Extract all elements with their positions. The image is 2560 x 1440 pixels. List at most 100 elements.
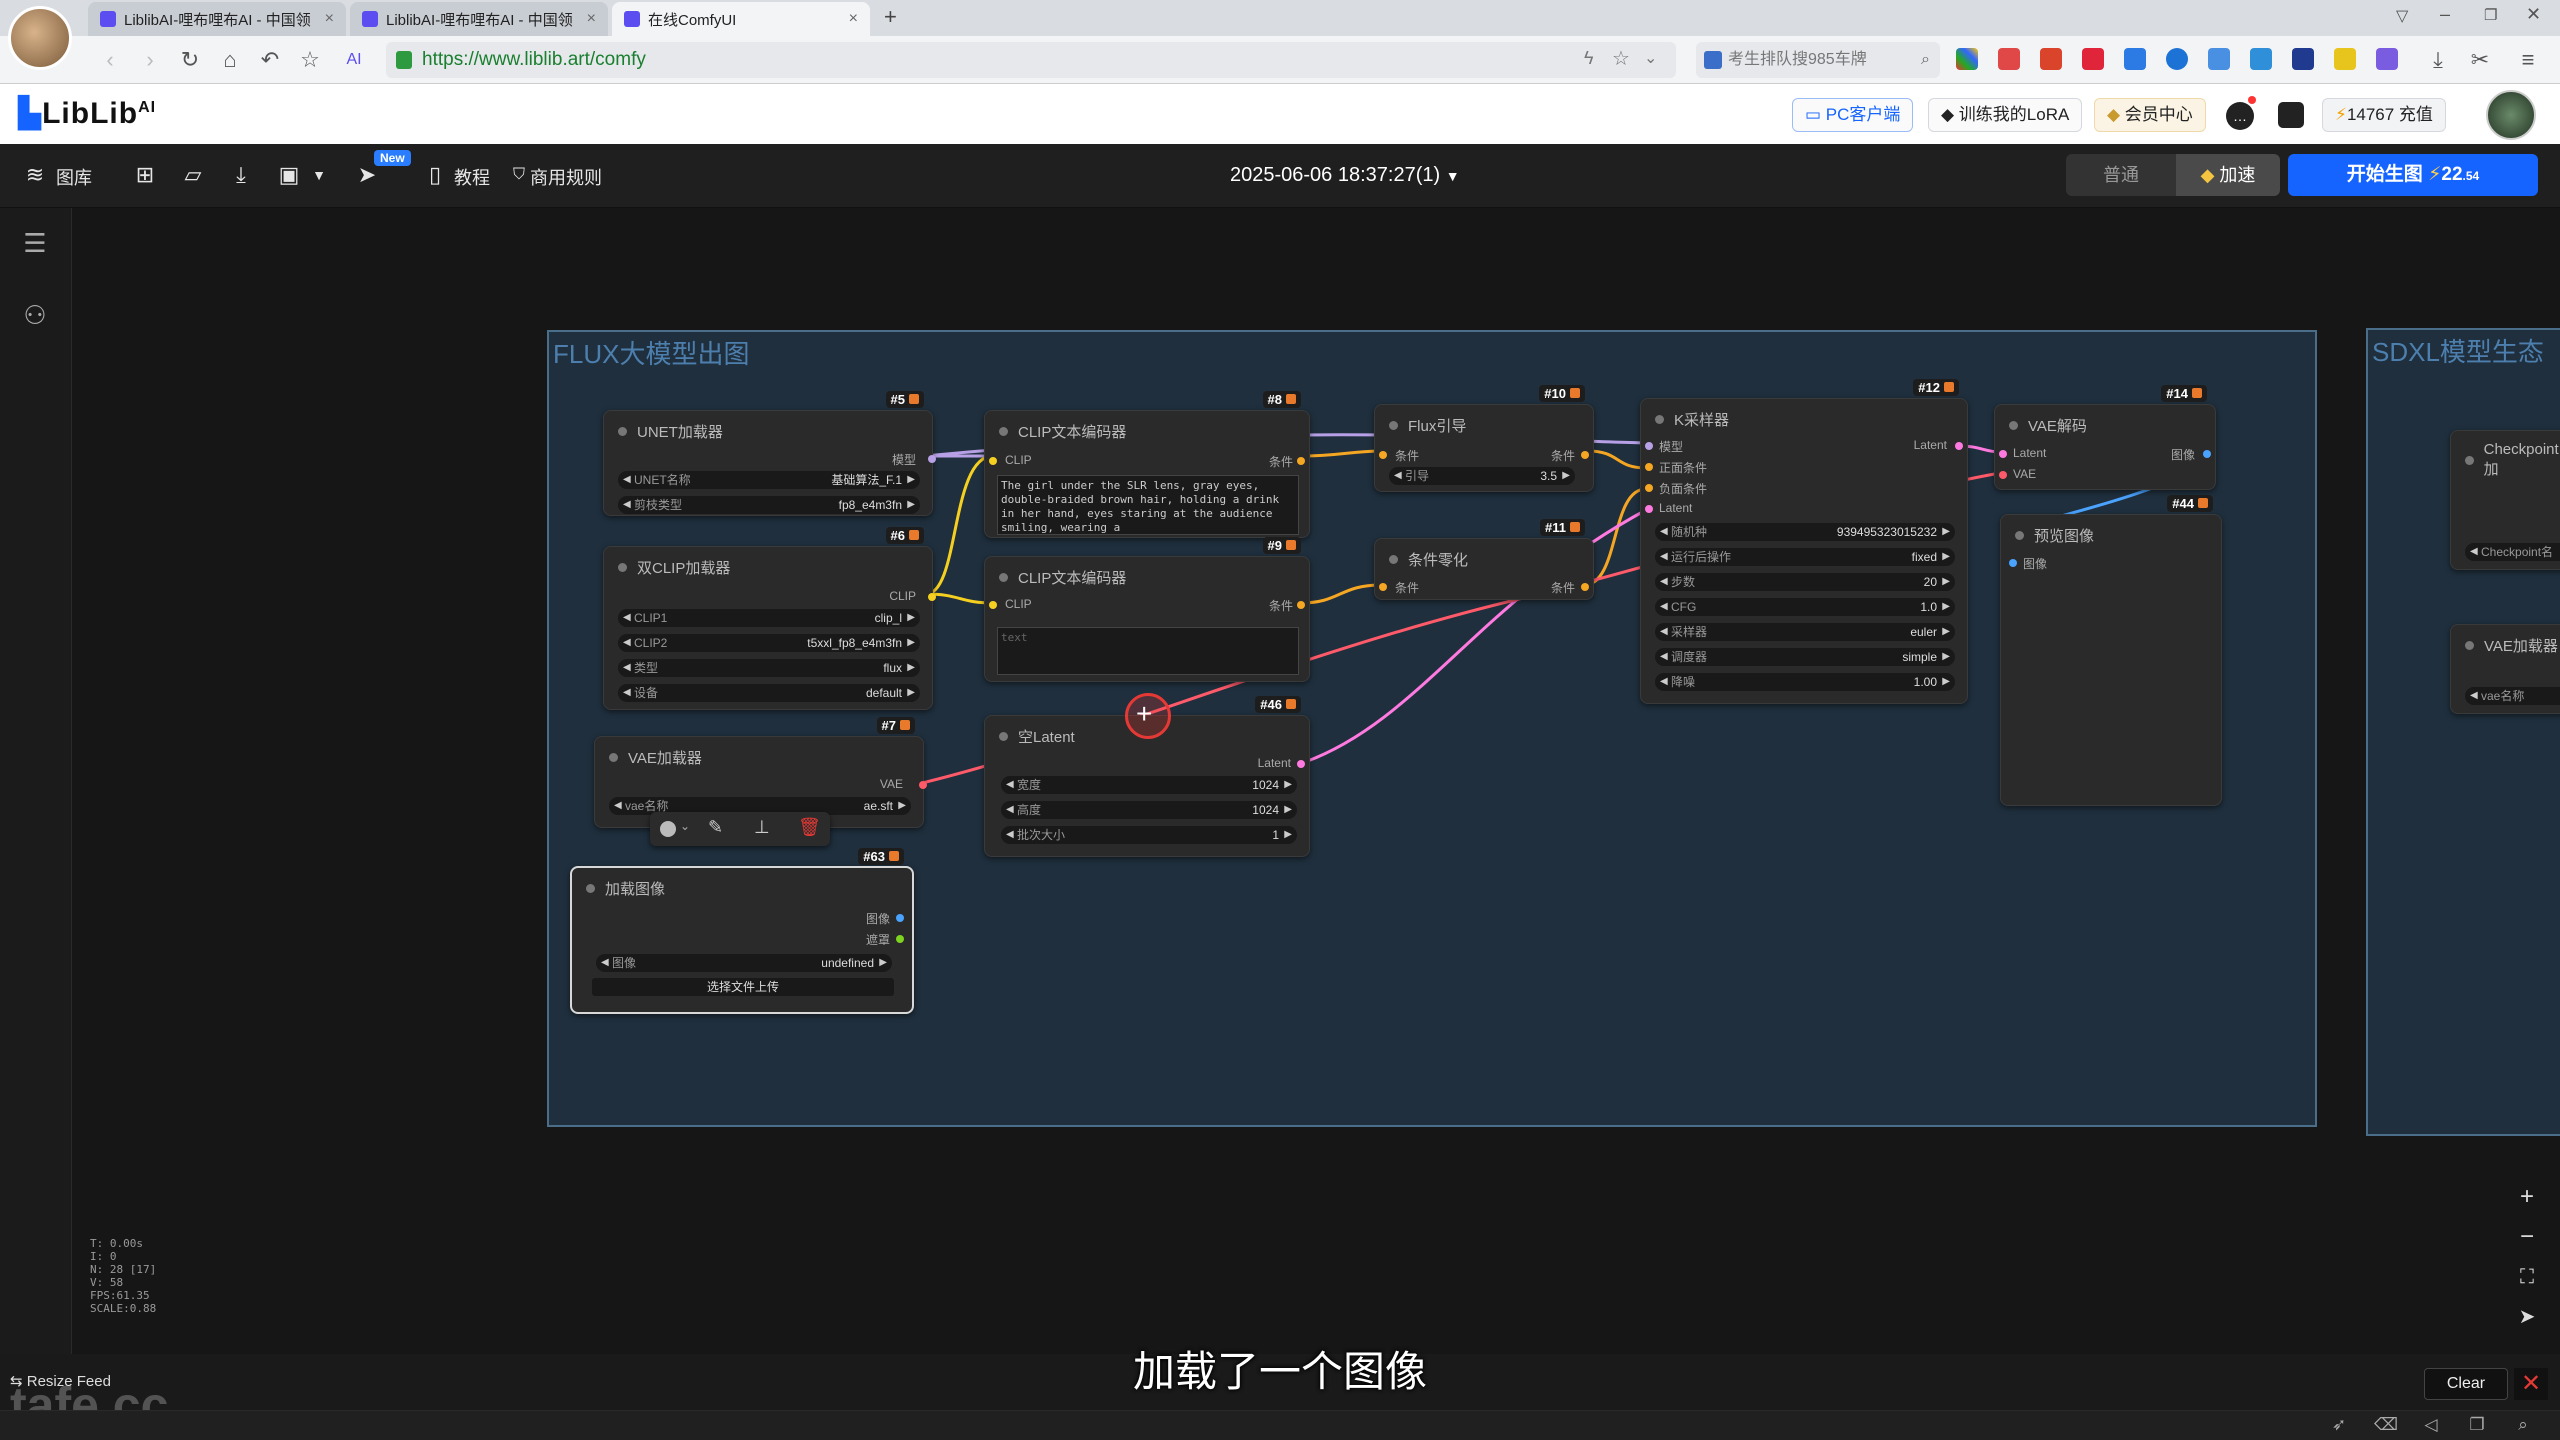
collapse-dot-icon[interactable]: [2465, 641, 2474, 650]
output-pin[interactable]: [1581, 583, 1589, 591]
arrow-left-icon[interactable]: ◀: [1394, 467, 1402, 485]
window-icon[interactable]: ❐: [2466, 1415, 2488, 1437]
arrow-left-icon[interactable]: ◀: [614, 797, 622, 815]
input-pin[interactable]: [1379, 583, 1387, 591]
arrow-right-icon[interactable]: ▶: [1284, 826, 1292, 844]
node-flux-guidance[interactable]: #10 Flux引导 条件 条件 ◀ 引导 3.5 ▶: [1374, 385, 1594, 492]
widget-seed[interactable]: ◀ 随机种 939495323015232 ▶: [1655, 523, 1955, 541]
output-pin[interactable]: [1955, 442, 1963, 450]
collapse-dot-icon[interactable]: [999, 427, 1008, 436]
widget-clip2[interactable]: ◀ CLIP2 t5xxl_fp8_e4m3fn ▶: [618, 634, 920, 652]
zoom-icon[interactable]: ⌕: [2512, 1415, 2534, 1437]
arrow-left-icon[interactable]: ◀: [1660, 648, 1668, 666]
collapse-dot-icon[interactable]: [1389, 421, 1398, 430]
widget-denoise[interactable]: ◀ 降噪 1.00 ▶: [1655, 673, 1955, 691]
node-preview-image[interactable]: #44 预览图像 图像: [2000, 495, 2222, 806]
arrow-right-icon[interactable]: ▶: [1942, 648, 1950, 666]
widget-batch-size[interactable]: ◀ 批次大小 1 ▶: [1001, 826, 1297, 844]
node-ksampler[interactable]: #12 K采样器 模型 正面条件 负面条件 Latent Latent ◀ 随机种…: [1640, 379, 1968, 704]
node-conditioning-zero-out[interactable]: #11 条件零化 条件 条件: [1374, 519, 1594, 600]
arrow-right-icon[interactable]: ▶: [898, 797, 906, 815]
locate-icon[interactable]: ➤: [2510, 1300, 2544, 1334]
input-pin[interactable]: [1645, 505, 1653, 513]
widget-image[interactable]: ◀ 图像 undefined ▶: [596, 954, 892, 972]
arrow-right-icon[interactable]: ▶: [907, 471, 915, 489]
arrow-right-icon[interactable]: ▶: [907, 634, 915, 652]
arrow-right-icon[interactable]: ▶: [1942, 548, 1950, 566]
widget-height[interactable]: ◀ 高度 1024 ▶: [1001, 801, 1297, 819]
collapse-dot-icon[interactable]: [1389, 555, 1398, 564]
collapse-dot-icon[interactable]: [2465, 455, 2474, 465]
arrow-right-icon[interactable]: ▶: [1942, 623, 1950, 641]
arrow-left-icon[interactable]: ◀: [1660, 598, 1668, 616]
node-dual-clip-loader[interactable]: #6 双CLIP加载器 CLIP ◀ CLIP1 clip_l ▶ ◀ CLIP2 t5x…: [603, 527, 936, 710]
node-unet-loader[interactable]: #5 UNET加载器 模型 ◀ UNET名称 基础算法_F.1 ▶ ◀ 剪枝类型 fp8_…: [603, 391, 936, 516]
widget-width[interactable]: ◀ 宽度 1024 ▶: [1001, 776, 1297, 794]
widget-vae-name[interactable]: ◀ vae名称: [2465, 687, 2560, 705]
widget-control-after[interactable]: ◀ 运行后操作 fixed ▶: [1655, 548, 1955, 566]
output-pin[interactable]: [896, 914, 904, 922]
arrow-left-icon[interactable]: ◀: [601, 954, 609, 972]
widget-checkpoint-name[interactable]: ◀ Checkpoint名: [2465, 543, 2560, 561]
collapse-dot-icon[interactable]: [586, 884, 595, 893]
collapse-dot-icon[interactable]: [999, 573, 1008, 582]
widget-clip1[interactable]: ◀ CLIP1 clip_l ▶: [618, 609, 920, 627]
node-load-image[interactable]: #63 加载图像 图像 遮罩 ◀ 图像 undefined ▶ 选择文件上传: [570, 848, 914, 1014]
input-pin[interactable]: [989, 457, 997, 465]
collapse-dot-icon[interactable]: [1655, 415, 1664, 424]
output-pin[interactable]: [919, 781, 927, 789]
arrow-right-icon[interactable]: ▶: [907, 496, 915, 514]
output-pin[interactable]: [928, 593, 936, 601]
input-pin[interactable]: [1645, 463, 1653, 471]
collapse-dot-icon[interactable]: [2009, 421, 2018, 430]
output-pin[interactable]: [1297, 601, 1305, 609]
input-pin[interactable]: [1379, 451, 1387, 459]
collapse-dot-icon[interactable]: [2015, 531, 2024, 540]
arrow-right-icon[interactable]: ▶: [907, 659, 915, 677]
widget-guidance[interactable]: ◀ 引导 3.5 ▶: [1389, 467, 1575, 485]
arrow-right-icon[interactable]: ▶: [1284, 801, 1292, 819]
arrow-left-icon[interactable]: ◀: [1006, 826, 1014, 844]
output-pin[interactable]: [1297, 457, 1305, 465]
fit-view-icon[interactable]: ⛶: [2510, 1260, 2544, 1294]
input-pin[interactable]: [1999, 471, 2007, 479]
widget-unet-name[interactable]: ◀ UNET名称 基础算法_F.1 ▶: [618, 471, 920, 489]
output-pin[interactable]: [1297, 760, 1305, 768]
arrow-left-icon[interactable]: ◀: [623, 496, 631, 514]
collapse-dot-icon[interactable]: [609, 753, 618, 762]
arrow-right-icon[interactable]: ▶: [1942, 523, 1950, 541]
widget-type[interactable]: ◀ 类型 flux ▶: [618, 659, 920, 677]
output-pin[interactable]: [928, 455, 936, 463]
widget-weight-dtype[interactable]: ◀ 剪枝类型 fp8_e4m3fn ▶: [618, 496, 920, 514]
node-vae-decode[interactable]: #14 VAE解码 Latent VAE 图像: [1994, 385, 2216, 490]
arrow-right-icon[interactable]: ▶: [907, 609, 915, 627]
input-pin[interactable]: [1999, 450, 2007, 458]
speaker-icon[interactable]: ◁: [2420, 1415, 2442, 1437]
arrow-left-icon[interactable]: ◀: [1660, 573, 1668, 591]
pin-icon[interactable]: ⊥: [754, 817, 770, 838]
output-pin[interactable]: [896, 935, 904, 943]
arrow-left-icon[interactable]: ◀: [623, 634, 631, 652]
arrow-left-icon[interactable]: ◀: [1006, 801, 1014, 819]
bypass-icon[interactable]: ✎: [708, 817, 723, 838]
prompt-textarea[interactable]: text: [997, 627, 1299, 675]
collapse-dot-icon[interactable]: [618, 427, 627, 436]
arrow-right-icon[interactable]: ▶: [1942, 598, 1950, 616]
widget-scheduler[interactable]: ◀ 调度器 simple ▶: [1655, 648, 1955, 666]
widget-device[interactable]: ◀ 设备 default ▶: [618, 684, 920, 702]
arrow-left-icon[interactable]: ◀: [2470, 543, 2478, 561]
arrow-left-icon[interactable]: ◀: [2470, 687, 2478, 705]
arrow-right-icon[interactable]: ▶: [1942, 673, 1950, 691]
widget-sampler[interactable]: ◀ 采样器 euler ▶: [1655, 623, 1955, 641]
arrow-left-icon[interactable]: ◀: [1660, 523, 1668, 541]
node-clip-text-encode-negative[interactable]: #9 CLIP文本编码器 CLIP 条件 text: [984, 537, 1310, 682]
arrow-left-icon[interactable]: ◀: [1660, 673, 1668, 691]
arrow-right-icon[interactable]: ▶: [879, 954, 887, 972]
node-vae-loader-sdxl[interactable]: VAE加载器 ◀ vae名称: [2450, 624, 2560, 714]
node-clip-text-encode-positive[interactable]: #8 CLIP文本编码器 CLIP 条件 The girl under the …: [984, 391, 1310, 538]
node-checkpoint-loader[interactable]: Checkpoint加 ◀ Checkpoint名: [2450, 430, 2560, 570]
rocket-icon[interactable]: ➶: [2328, 1415, 2350, 1437]
input-pin[interactable]: [989, 601, 997, 609]
arrow-left-icon[interactable]: ◀: [623, 471, 631, 489]
zoom-out-icon[interactable]: −: [2510, 1220, 2544, 1254]
